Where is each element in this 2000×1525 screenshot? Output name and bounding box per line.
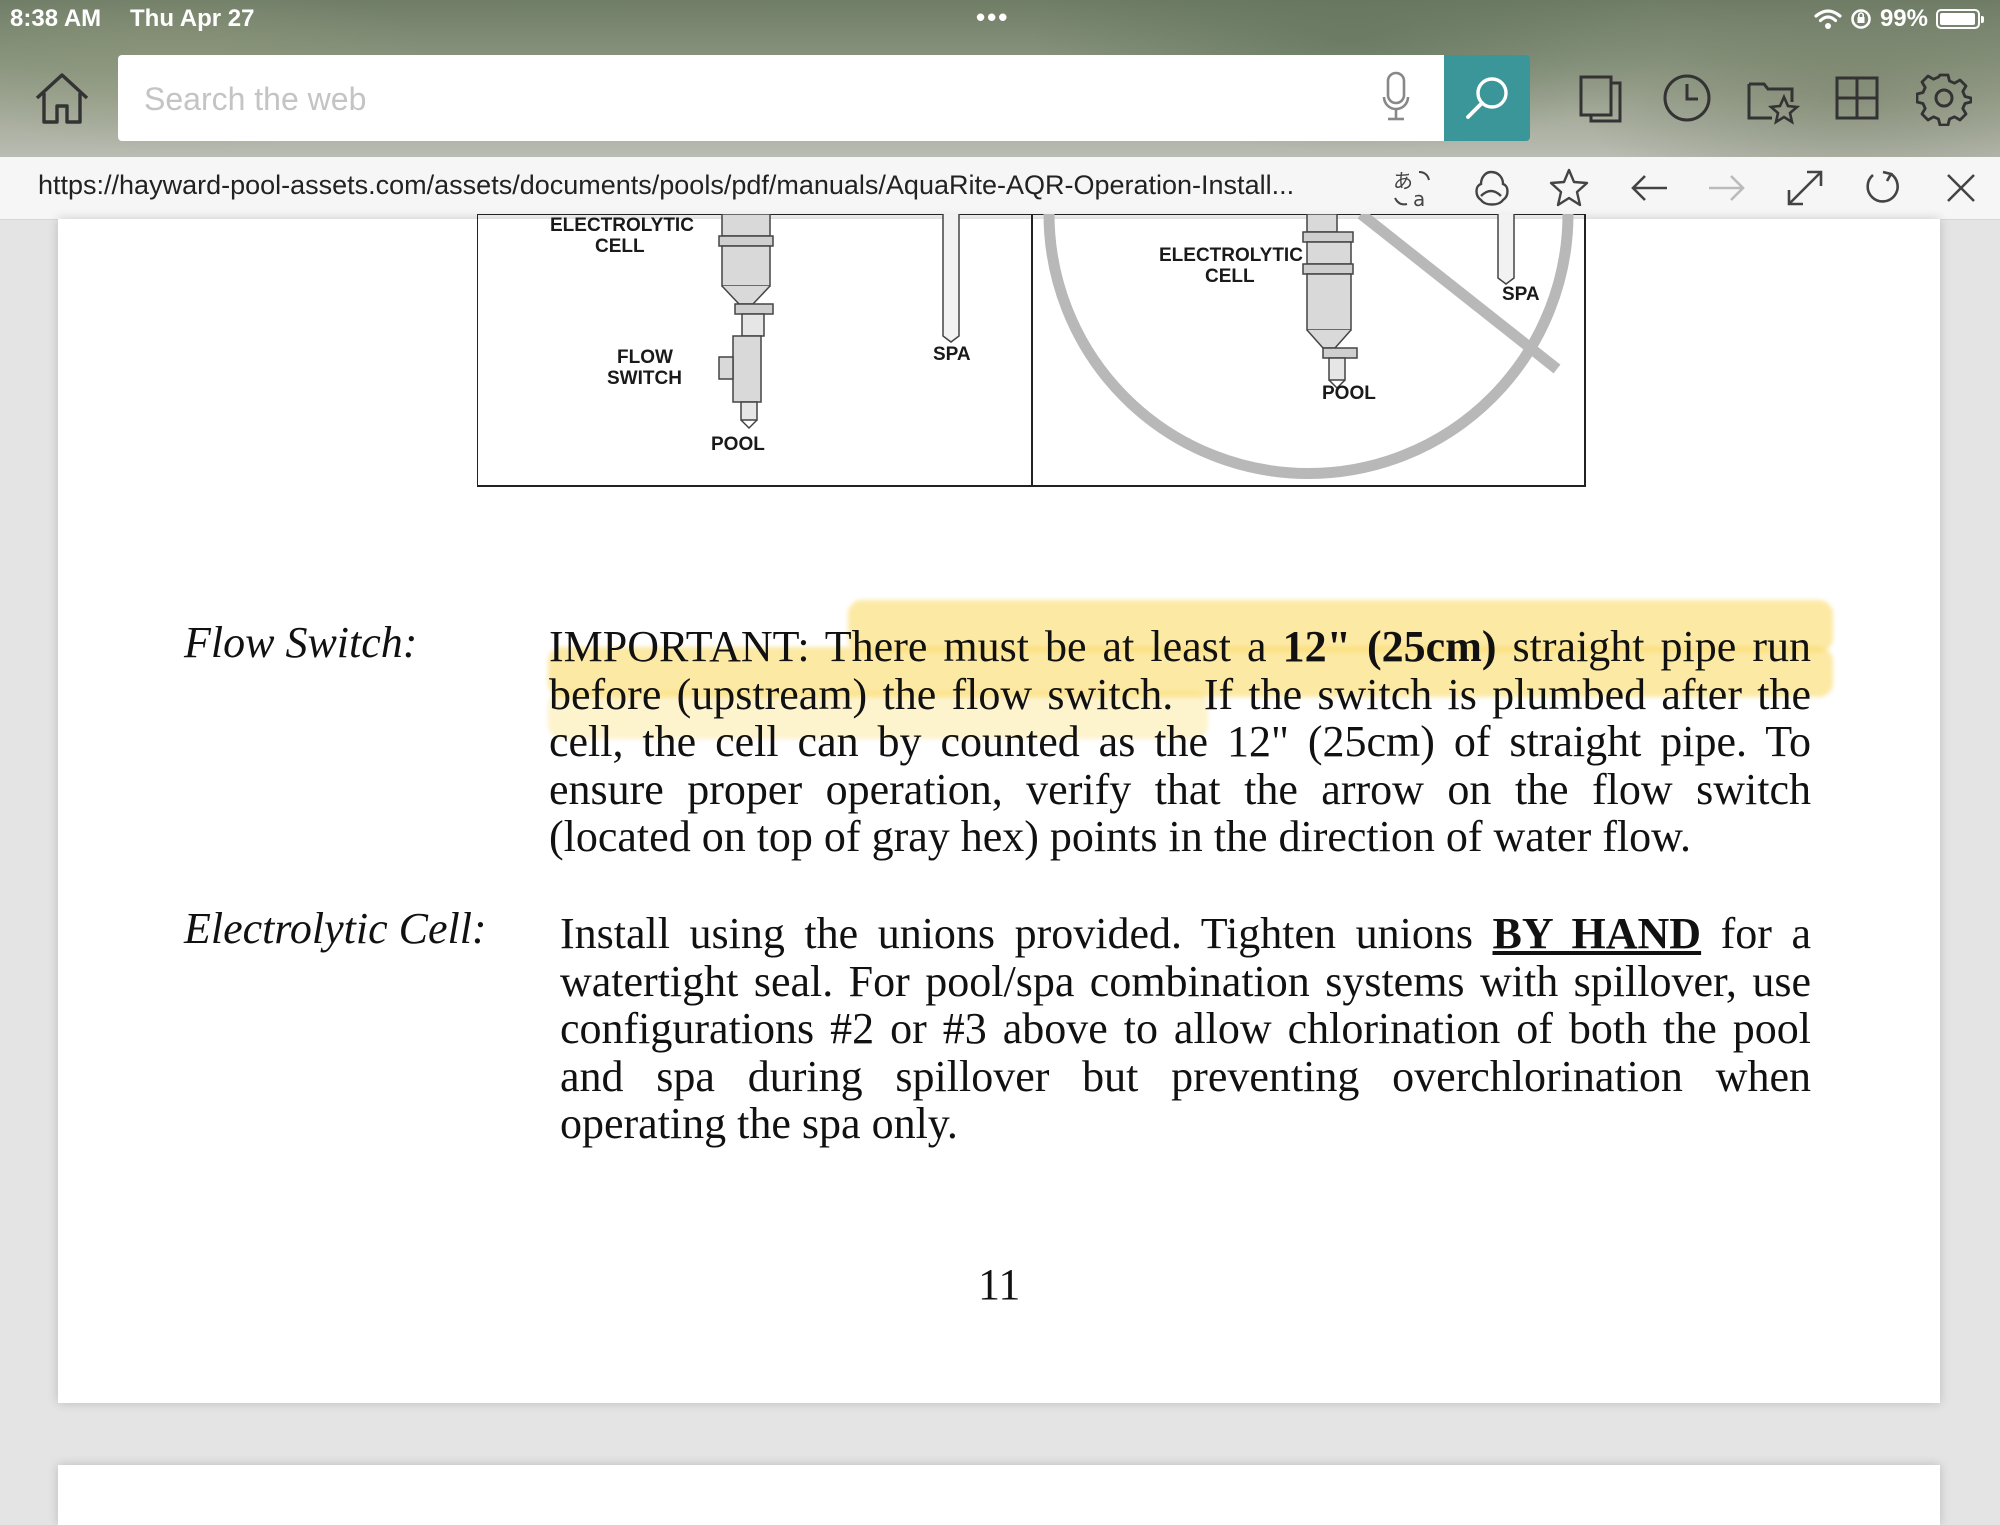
history-icon[interactable] [1655,66,1719,130]
star-icon[interactable] [1546,165,1592,211]
forward-icon[interactable] [1704,165,1750,211]
battery-percentage: 99% [1879,5,1928,32]
diagram-left-cell-label-1: ELECTROLYTIC [550,215,694,236]
diagram-left-spa-label: SPA [933,344,971,365]
home-icon[interactable] [30,66,94,130]
fullscreen-icon[interactable] [1782,165,1828,211]
flow-switch-text-a: There must be at least a [824,622,1267,671]
microphone-icon[interactable] [1381,67,1411,132]
next-pdf-page [58,1465,1940,1525]
important-label: IMPORTANT: [549,622,810,671]
status-time: 8:38 AM [10,5,102,32]
settings-icon[interactable] [1912,66,1976,130]
close-icon[interactable] [1938,165,1984,211]
diagram-config-left: ELECTROLYTIC CELL FLOW SWITCH SPA POOL [550,214,971,455]
favorites-icon[interactable] [1740,66,1804,130]
pdf-page: ELECTROLYTIC CELL FLOW SWITCH SPA POOL E… [58,214,1940,1403]
diagram-left-cell-label-2: CELL [595,236,645,257]
diagram-right-cell-label-2: CELL [1205,266,1255,287]
status-bar: 8:38 AM Thu Apr 27 ••• 99% [0,0,2000,38]
orientation-lock-icon [1851,9,1871,29]
diagram-left-pool-label: POOL [711,434,765,455]
plumbing-diagram: ELECTROLYTIC CELL FLOW SWITCH SPA POOL E… [477,214,1586,487]
electrolytic-cell-text-a: Install using the unions provided. Tight… [560,909,1473,958]
wifi-icon [1814,9,1842,29]
url-text[interactable]: https://hayward-pool-assets.com/assets/d… [38,170,1308,201]
battery-icon [1936,9,1984,29]
svg-text:a: a [1413,187,1425,210]
tabs-icon[interactable] [1570,66,1634,130]
flow-switch-term: Flow Switch: [184,618,418,667]
diagram-left-flow-label-2: SWITCH [607,368,682,389]
apps-grid-icon[interactable] [1825,66,1889,130]
refresh-icon[interactable] [1860,165,1906,211]
by-hand-emphasis: BY HAND [1492,909,1702,958]
diagram-right-cell-label-1: ELECTROLYTIC [1159,245,1303,266]
status-date: Thu Apr 27 [130,5,255,32]
electrolytic-cell-paragraph: Install using the unions provided. Tight… [560,910,1811,1148]
status-indicators: 99% [1814,5,1984,33]
search-icon [1466,77,1508,119]
search-box[interactable] [118,55,1444,143]
multitasking-dots-icon[interactable]: ••• [976,2,1009,33]
diagram-right-spa-label: SPA [1502,284,1540,305]
electrolytic-cell-term: Electrolytic Cell: [184,904,487,953]
search-input[interactable] [142,55,1346,143]
share-icon[interactable] [1468,165,1514,211]
flow-switch-paragraph: IMPORTANT: There must be at least a 12" … [549,623,1811,861]
search-button[interactable] [1444,55,1530,141]
browser-toolbar [0,48,2000,148]
diagram-config-right: ELECTROLYTIC CELL SPA POOL [1043,214,1574,479]
page-number: 11 [978,1260,1021,1309]
translate-icon[interactable]: あ a [1390,165,1436,211]
back-icon[interactable] [1626,165,1672,211]
svg-text:あ: あ [1393,169,1413,193]
diagram-right-pool-label: POOL [1322,383,1376,404]
pipe-length-emphasis: 12" (25cm) [1282,622,1497,671]
diagram-left-flow-label-1: FLOW [617,347,673,368]
url-bar[interactable]: https://hayward-pool-assets.com/assets/d… [0,157,2000,220]
